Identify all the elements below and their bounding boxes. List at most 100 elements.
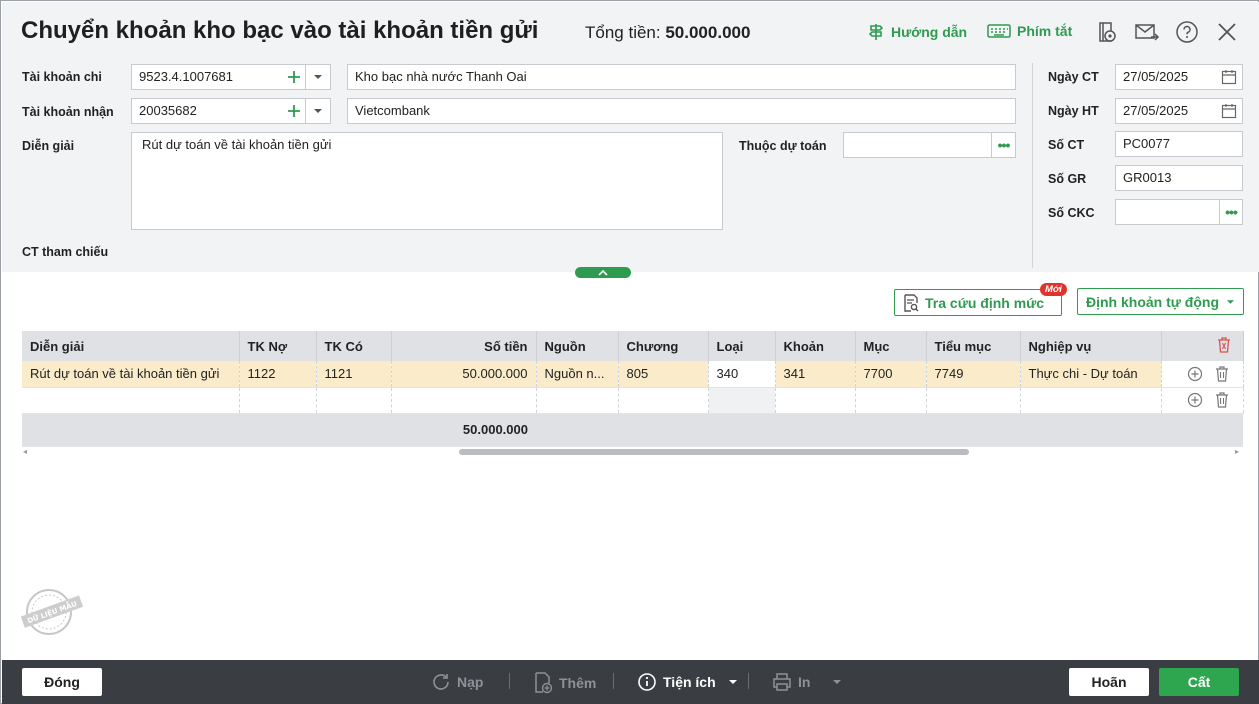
add-row-icon[interactable] xyxy=(1187,366,1203,382)
shortcut-link[interactable]: Phím tắt xyxy=(987,23,1072,39)
add-button[interactable]: Thêm xyxy=(533,672,596,694)
keyboard-icon xyxy=(987,24,1011,38)
close-icon[interactable] xyxy=(1215,20,1239,44)
scroll-left-icon[interactable]: ◂ xyxy=(23,447,27,456)
cancel-button[interactable]: Hoãn xyxy=(1069,668,1149,696)
row-actions xyxy=(1161,387,1244,414)
bottom-toolbar: Đóng Nạp Thêm Tiện ích In Hoãn Cất xyxy=(2,660,1259,704)
page-title: Chuyển khoản kho bạc vào tài khoản tiền … xyxy=(21,17,539,44)
add-document-icon xyxy=(535,672,553,694)
cell-chuong[interactable]: 805 xyxy=(618,361,709,388)
toolbar-divider xyxy=(613,673,614,689)
accounting-grid: Diễn giải TK Nợ TK Có Số tiền Nguồn Chươ… xyxy=(22,331,1244,447)
info-icon xyxy=(638,673,656,691)
help-icon[interactable] xyxy=(1175,20,1199,44)
column-header[interactable]: Tiểu mục xyxy=(926,331,1021,361)
add-row-icon[interactable] xyxy=(1187,392,1203,408)
cell-nguon[interactable]: Nguồn n... xyxy=(536,361,619,388)
tk-chi-name-input[interactable]: Kho bạc nhà nước Thanh Oai xyxy=(347,64,1016,90)
total-amount: Tổng tiền: 50.000.000 xyxy=(585,23,750,43)
trash-icon[interactable] xyxy=(1215,392,1229,408)
empty-cell[interactable] xyxy=(618,387,709,414)
mail-send-icon[interactable] xyxy=(1134,20,1160,44)
column-header[interactable]: Chương xyxy=(618,331,709,361)
reload-button[interactable]: Nạp xyxy=(431,672,483,692)
chevron-up-icon xyxy=(598,269,608,276)
cell-so-tien[interactable]: 50.000.000 xyxy=(391,361,537,388)
so-ckc-more-button[interactable]: ••• xyxy=(1219,199,1243,225)
utility-label: Tiện ích xyxy=(663,674,716,690)
utility-menu-button[interactable]: Tiện ích xyxy=(637,672,738,692)
more-dots-icon: ••• xyxy=(997,137,1011,153)
new-badge: Mới xyxy=(1040,283,1067,296)
divider xyxy=(1032,63,1033,268)
column-header[interactable]: Diễn giải xyxy=(22,331,240,361)
total-label: Tổng tiền: xyxy=(585,23,661,42)
add-tk-chi-button[interactable] xyxy=(283,65,305,89)
dien-giai-textarea[interactable]: Rút dự toán về tài khoản tiền gửi xyxy=(131,132,723,230)
cell-khoan[interactable]: 341 xyxy=(775,361,856,388)
so-ct-label: Số CT xyxy=(1048,138,1085,152)
column-header[interactable]: Nghiệp vụ xyxy=(1020,331,1162,361)
row-actions xyxy=(1161,361,1244,388)
close-button[interactable]: Đóng xyxy=(22,668,102,696)
tk-nhan-input[interactable]: 20035682 xyxy=(131,98,306,124)
tk-chi-dropdown[interactable] xyxy=(305,64,331,90)
tk-nhan-name-input[interactable]: Vietcombank xyxy=(347,98,1016,124)
chevron-down-icon xyxy=(314,75,322,79)
cell-loai[interactable]: 340 xyxy=(708,361,776,388)
column-header[interactable]: Mục xyxy=(855,331,927,361)
cell-dien-giai[interactable]: Rút dự toán về tài khoản tiền gửi xyxy=(22,361,240,388)
refresh-icon xyxy=(433,674,449,690)
column-header[interactable]: Loại xyxy=(708,331,776,361)
thuoc-du-toan-input[interactable] xyxy=(843,132,992,158)
cell-tk-co[interactable]: 1121 xyxy=(316,361,392,388)
cell-muc[interactable]: 7700 xyxy=(855,361,927,388)
print-button[interactable]: In xyxy=(772,672,842,692)
empty-cell[interactable] xyxy=(22,387,240,414)
column-header[interactable]: TK Có xyxy=(316,331,392,361)
cell-tk-no[interactable]: 1122 xyxy=(239,361,317,388)
tk-nhan-dropdown[interactable] xyxy=(305,98,331,124)
empty-cell[interactable] xyxy=(1020,387,1162,414)
so-ckc-input[interactable] xyxy=(1115,199,1220,225)
cell-tieu-muc[interactable]: 7749 xyxy=(926,361,1021,388)
calendar-icon[interactable] xyxy=(1221,103,1237,122)
scroll-right-icon[interactable]: ▸ xyxy=(1235,447,1239,456)
dinh-khoan-tu-dong-button[interactable]: Định khoản tự động xyxy=(1077,288,1244,315)
delete-all-header[interactable] xyxy=(1161,331,1244,361)
footer-filler xyxy=(536,413,1243,447)
column-header[interactable]: Số tiền xyxy=(391,331,537,361)
tk-chi-input[interactable]: 9523.4.1007681 xyxy=(131,64,306,90)
trash-icon[interactable] xyxy=(1215,366,1229,382)
column-header[interactable]: Khoản xyxy=(775,331,856,361)
column-header[interactable]: Nguồn xyxy=(536,331,619,361)
so-gr-input[interactable]: GR0013 xyxy=(1115,165,1243,191)
so-ckc-label: Số CKC xyxy=(1048,206,1095,220)
empty-cell[interactable] xyxy=(239,387,317,414)
horizontal-scrollbar[interactable] xyxy=(459,449,969,455)
empty-cell[interactable] xyxy=(708,387,776,414)
empty-cell[interactable] xyxy=(316,387,392,414)
thuoc-du-toan-more-button[interactable]: ••• xyxy=(991,132,1016,158)
collapse-header-button[interactable] xyxy=(575,267,631,278)
column-header[interactable]: TK Nợ xyxy=(239,331,317,361)
empty-cell[interactable] xyxy=(775,387,856,414)
table-row[interactable] xyxy=(22,387,1244,414)
calendar-icon[interactable] xyxy=(1221,69,1237,88)
empty-cell[interactable] xyxy=(391,387,537,414)
tra-cuu-dinh-muc-button[interactable]: Tra cứu định mức xyxy=(894,289,1062,316)
add-tk-nhan-button[interactable] xyxy=(283,99,305,123)
preview-icon[interactable] xyxy=(1095,20,1119,44)
total-value: 50.000.000 xyxy=(665,23,751,42)
guide-link[interactable]: Hướng dẫn xyxy=(867,23,967,41)
empty-cell[interactable] xyxy=(926,387,1021,414)
empty-cell[interactable] xyxy=(855,387,927,414)
so-ct-input[interactable]: PC0077 xyxy=(1115,131,1243,157)
ngay-ct-label: Ngày CT xyxy=(1048,70,1099,84)
chevron-down-icon xyxy=(833,680,842,684)
save-button[interactable]: Cất xyxy=(1159,668,1239,696)
table-row[interactable]: Rút dự toán về tài khoản tiền gửi 1122 1… xyxy=(22,361,1244,388)
empty-cell[interactable] xyxy=(536,387,619,414)
cell-nghiep-vu[interactable]: Thực chi - Dự toán xyxy=(1020,361,1162,388)
